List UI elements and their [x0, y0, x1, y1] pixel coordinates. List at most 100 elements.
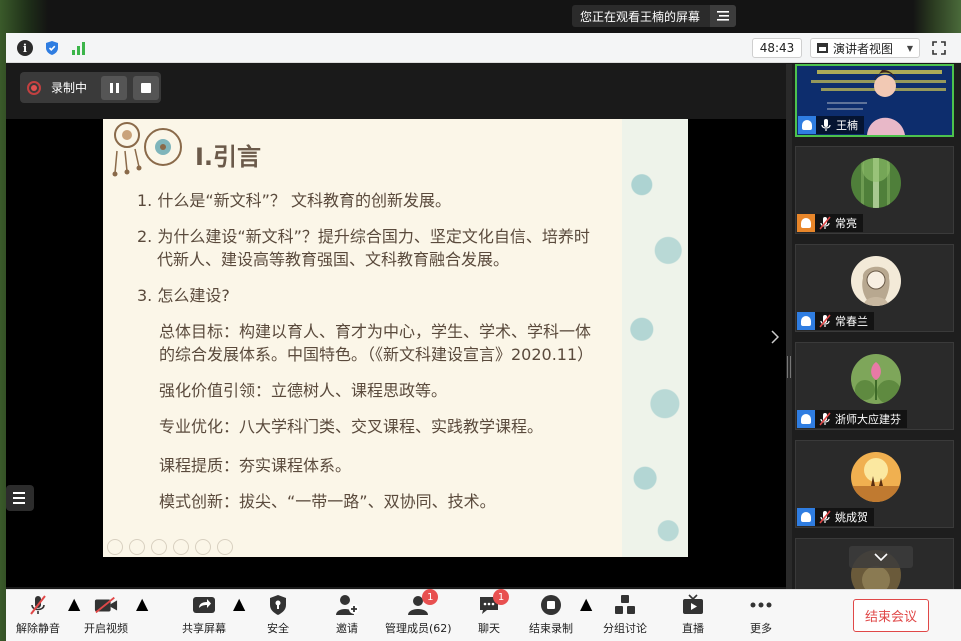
participant-tile[interactable]: 姚成贺 [795, 440, 954, 528]
stop-recording-button[interactable] [133, 75, 160, 100]
shared-screen: I.引言 1. 什么是“新文科”？ 文科教育的创新发展。 2. 为什么建设“新文… [6, 119, 786, 587]
participant-name: 浙师大应建芬 [835, 413, 901, 426]
chevron-down-icon: ▼ [906, 43, 913, 53]
security-label: 安全 [267, 622, 289, 635]
person-icon [798, 116, 816, 134]
recording-icon [27, 80, 41, 95]
avatar [851, 354, 901, 404]
live-stream-label: 直播 [682, 622, 704, 635]
start-video-button[interactable]: 开启视频 [84, 594, 128, 636]
add-user-icon [335, 594, 359, 616]
avatar [851, 256, 901, 306]
slide-line: 模式创新：拔尖、“一带一路”、双协同、技术。 [159, 492, 496, 511]
shield-icon[interactable] [44, 40, 60, 56]
video-off-icon [94, 594, 118, 616]
chevron-down-icon [874, 553, 888, 561]
meeting-timer: 48:43 [752, 38, 802, 58]
slide-floral-decoration [112, 122, 182, 177]
invite-button[interactable]: 邀请 [335, 594, 359, 636]
pen-icon[interactable] [151, 539, 167, 555]
recording-options-caret-icon[interactable]: ▲ [580, 594, 592, 613]
participant-nameplate: 王楠 [798, 116, 864, 134]
more-label: 更多 [750, 622, 772, 635]
stop-icon [141, 82, 152, 93]
security-button[interactable]: 安全 [266, 594, 290, 636]
unmute-label: 解除静音 [16, 622, 60, 635]
viewing-banner-text: 您正在观看王楠的屏幕 [580, 9, 701, 24]
participant-tile[interactable]: 常春兰 [795, 244, 954, 332]
slide-line: 2. 为什么建设“新文科”？提升综合国力、坚定文化自信、培养时 [137, 227, 590, 246]
more-icon[interactable] [217, 539, 233, 555]
share-screen-label: 共享屏幕 [182, 622, 226, 635]
slide-line: 强化价值引领：立德树人、课程思政等。 [159, 381, 448, 400]
muted-microphone-icon [26, 594, 50, 616]
chat-button[interactable]: 1 聊天 [477, 589, 509, 636]
viewing-banner: 您正在观看王楠的屏幕 [572, 5, 736, 27]
breakout-rooms-button[interactable]: 分组讨论 [603, 594, 647, 636]
participant-nameplate: 常春兰 [797, 312, 874, 330]
top-bar: i 48:43 演讲者视图 ▼ [6, 33, 961, 63]
participant-name: 姚成贺 [835, 511, 868, 524]
avatar [851, 158, 901, 208]
person-icon [797, 214, 815, 232]
slide-line: 总体目标：构建以育人、育才为中心，学生、学术、学科一体 [159, 322, 592, 341]
chat-label: 聊天 [478, 622, 500, 635]
bottom-toolbar: 解除静音 ▲ 开启视频 ▲ 共享屏幕 ▲ 安全 邀请 1 管理成员(62) 1 … [6, 589, 961, 641]
person-icon [797, 312, 815, 330]
participant-tile[interactable]: 浙师大应建芬 [795, 342, 954, 430]
participant-name: 常春兰 [835, 315, 868, 328]
participant-nameplate: 姚成贺 [797, 508, 874, 526]
list-menu-icon[interactable] [710, 5, 736, 27]
end-meeting-button[interactable]: 结束会议 [853, 599, 929, 632]
members-icon: 1 [406, 589, 439, 616]
manage-members-button[interactable]: 1 管理成员(62) [385, 589, 452, 636]
video-options-caret-icon[interactable]: ▲ [136, 594, 148, 613]
fullscreen-icon[interactable] [932, 40, 946, 55]
share-options-caret-icon[interactable]: ▲ [233, 594, 245, 613]
share-screen-button[interactable]: 共享屏幕 [182, 594, 226, 636]
end-recording-button[interactable]: 结束录制 [529, 594, 573, 636]
participant-nameplate: 浙师大应建芬 [797, 410, 907, 428]
breakout-rooms-icon [613, 594, 637, 616]
meeting-window: i 48:43 演讲者视图 ▼ 录制中 I.引言 1. 什么是“新文科”？ 文科… [6, 33, 961, 641]
person-icon [797, 410, 815, 428]
end-recording-label: 结束录制 [529, 622, 573, 635]
chat-badge: 1 [493, 589, 509, 605]
zoom-icon[interactable] [195, 539, 211, 555]
chat-bubble-icon: 1 [477, 589, 509, 616]
pause-recording-button[interactable] [101, 75, 128, 100]
pause-icon [109, 82, 119, 93]
participant-tile[interactable]: 常亮 [795, 146, 954, 234]
scroll-down-button[interactable] [849, 546, 913, 568]
speaker-view-label: 演讲者视图 [833, 41, 894, 56]
next-slide-icon[interactable] [129, 539, 145, 555]
slide-title: I.引言 [195, 143, 262, 171]
members-badge: 1 [422, 589, 439, 605]
muted-microphone-icon [819, 216, 831, 230]
audio-options-caret-icon[interactable]: ▲ [68, 594, 80, 613]
muted-microphone-icon [819, 412, 831, 426]
unmute-button[interactable]: 解除静音 [16, 594, 60, 636]
muted-microphone-icon [819, 510, 831, 524]
breakout-rooms-label: 分组讨论 [603, 622, 647, 635]
microphone-icon [821, 119, 831, 131]
slides-icon[interactable] [173, 539, 189, 555]
participant-name: 常亮 [835, 217, 857, 230]
list-toggle-icon[interactable] [6, 485, 34, 511]
recording-label: 录制中 [51, 81, 88, 95]
live-stream-button[interactable]: 直播 [681, 594, 705, 636]
more-button[interactable]: 更多 [749, 594, 773, 636]
manage-members-label: 管理成员(62) [385, 622, 452, 635]
slide-line: 专业优化：八大学科门类、交叉课程、实践教学课程。 [159, 417, 544, 436]
muted-microphone-icon [819, 314, 831, 328]
slide-line: 课程提质：夯实课程体系。 [159, 456, 352, 475]
signal-icon[interactable] [71, 40, 87, 56]
avatar [851, 452, 901, 502]
info-icon[interactable]: i [17, 40, 33, 56]
slide-nav-controls [107, 539, 233, 555]
prev-slide-icon[interactable] [107, 539, 123, 555]
speaker-view-button[interactable]: 演讲者视图 ▼ [810, 38, 920, 58]
collapse-panel-arrow-icon[interactable] [771, 330, 780, 348]
recording-bar: 录制中 [20, 72, 161, 103]
participant-tile[interactable]: 王楠 [795, 64, 954, 137]
